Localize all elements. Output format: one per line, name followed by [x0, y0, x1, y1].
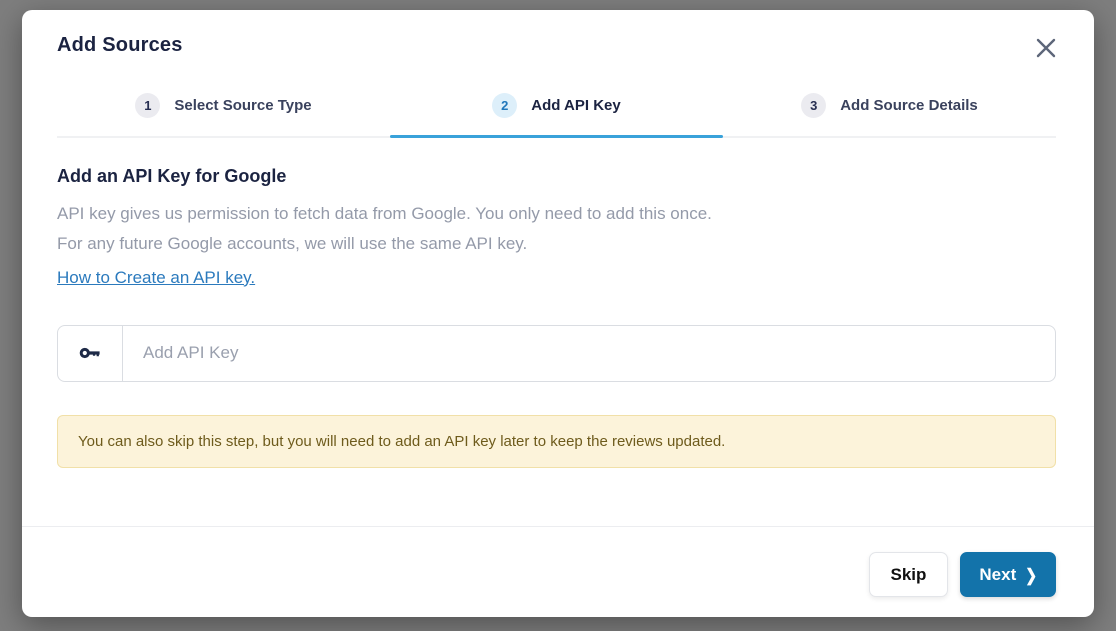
step-label: Add API Key: [531, 97, 620, 114]
step-label: Select Source Type: [174, 97, 311, 114]
step-active-indicator: [723, 135, 1056, 138]
step-active-indicator: [390, 135, 723, 138]
close-button[interactable]: [1028, 30, 1064, 66]
modal-title: Add Sources: [57, 34, 1056, 57]
section-heading: Add an API Key for Google: [57, 166, 1056, 187]
step-add-api-key[interactable]: 2 Add API Key: [390, 79, 723, 136]
step-number-badge: 3: [801, 93, 826, 118]
step-add-source-details[interactable]: 3 Add Source Details: [723, 79, 1056, 136]
chevron-right-icon: ❯: [1025, 566, 1037, 583]
step-select-source-type[interactable]: 1 Select Source Type: [57, 79, 390, 136]
wizard-steps: 1 Select Source Type 2 Add API Key 3 Add…: [57, 79, 1056, 138]
skip-warning-banner: You can also skip this step, but you wil…: [57, 415, 1056, 468]
step-active-indicator: [57, 135, 390, 138]
add-sources-modal: Add Sources 1 Select Source Type 2 Add A…: [22, 10, 1094, 617]
skip-button[interactable]: Skip: [869, 552, 949, 597]
next-button-label: Next: [979, 565, 1016, 585]
step-label: Add Source Details: [840, 97, 978, 114]
modal-header: Add Sources 1 Select Source Type 2 Add A…: [22, 10, 1094, 138]
step-number-badge: 1: [135, 93, 160, 118]
modal-body: Add an API Key for Google API key gives …: [22, 138, 1094, 526]
api-key-input[interactable]: [123, 326, 1055, 381]
step-number-badge: 2: [492, 93, 517, 118]
section-description: API key gives us permission to fetch dat…: [57, 199, 712, 259]
api-key-input-group: [57, 325, 1056, 382]
key-icon: [58, 326, 123, 381]
modal-footer: Skip Next ❯: [22, 526, 1094, 617]
close-icon: [1033, 35, 1059, 61]
how-to-create-api-key-link[interactable]: How to Create an API key.: [57, 268, 255, 288]
next-button[interactable]: Next ❯: [960, 552, 1056, 597]
